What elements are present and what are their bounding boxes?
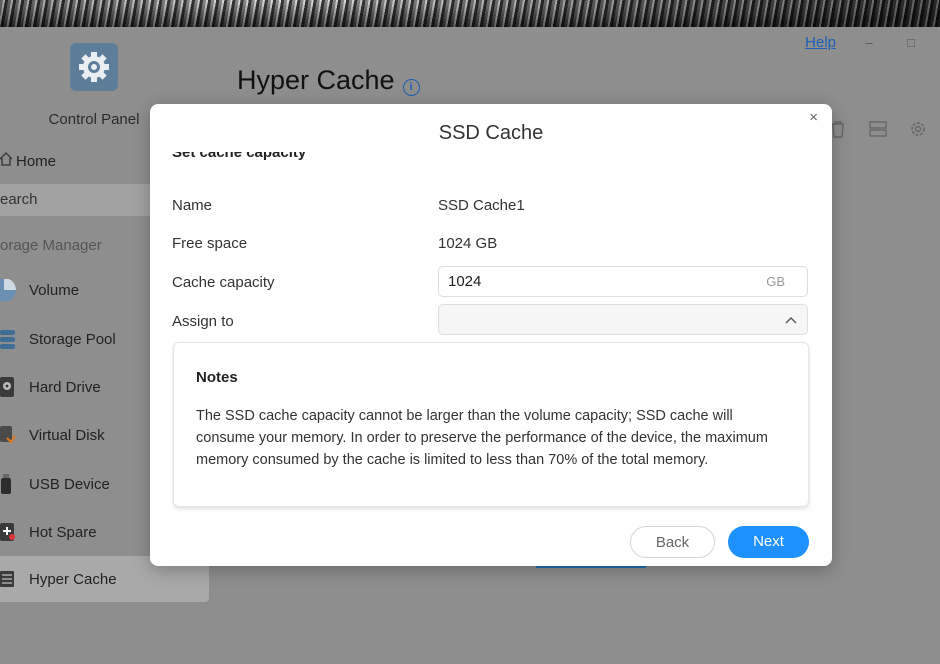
hard-drive-icon [0,376,16,398]
chevron-up-icon [785,314,797,326]
settings-gear-icon[interactable] [908,120,928,138]
pie-chart-icon [0,278,16,302]
hyper-cache-icon [0,568,16,590]
gear-icon[interactable] [70,43,118,91]
page-title-text: Hyper Cache [237,65,395,95]
desktop-wallpaper [0,0,940,27]
dialog-body: Set cache capacity Name SSD Cache1 Free … [172,152,812,512]
sidebar-item-label: Virtual Disk [29,426,105,444]
assign-to-label: Assign to [172,313,234,330]
maximize-button[interactable]: □ [898,35,924,50]
sidebar-item-label: Storage Pool [29,330,116,348]
minimize-button[interactable]: – [856,35,882,50]
sidebar-home[interactable]: Home [0,151,56,171]
notes-text: The SSD cache capacity cannot be larger … [196,408,768,468]
storage-manager-section-label: orage Manager [0,237,102,254]
info-icon[interactable]: i [402,79,420,96]
name-value: SSD Cache1 [438,197,525,214]
next-button[interactable]: Next [728,526,809,558]
toolbar [828,120,928,138]
cache-capacity-input[interactable]: 1024 GB [438,266,808,297]
free-space-value: 1024 GB [438,235,498,252]
back-button[interactable]: Back [630,526,715,558]
virtual-disk-icon [0,424,16,446]
notes-title: Notes [196,369,238,386]
sidebar-item-label: USB Device [29,475,110,493]
notes-panel: Notes The SSD cache capacity cannot be l… [173,342,809,507]
sidebar-item-label: Volume [29,281,80,299]
home-icon [0,151,16,171]
cache-capacity-label: Cache capacity [172,274,275,291]
page-title: Hyper Cache i [237,65,420,96]
cache-capacity-value: 1024 [448,273,482,290]
cache-capacity-unit: GB [766,274,785,289]
home-label: Home [16,152,57,170]
sidebar-item-label: Hard Drive [29,378,101,396]
usb-icon [0,473,16,495]
hot-spare-icon [0,521,16,543]
free-space-label: Free space [172,235,248,252]
name-label: Name [172,197,213,214]
ssd-cache-dialog: SSD Cache × Set cache capacity Name SSD … [150,104,832,566]
dialog-title: SSD Cache [438,122,544,144]
sidebar-item-label: Hot Spare [29,523,97,541]
window-controls: Help – □ [805,31,940,53]
storage-icon[interactable] [868,120,888,138]
sidebar-item-label: Hyper Cache [29,570,117,588]
close-icon[interactable]: × [809,109,818,126]
storage-pool-icon [0,328,16,350]
help-link[interactable]: Help [805,34,836,51]
assign-to-select[interactable] [438,304,808,335]
section-heading: Set cache capacity [172,152,307,161]
